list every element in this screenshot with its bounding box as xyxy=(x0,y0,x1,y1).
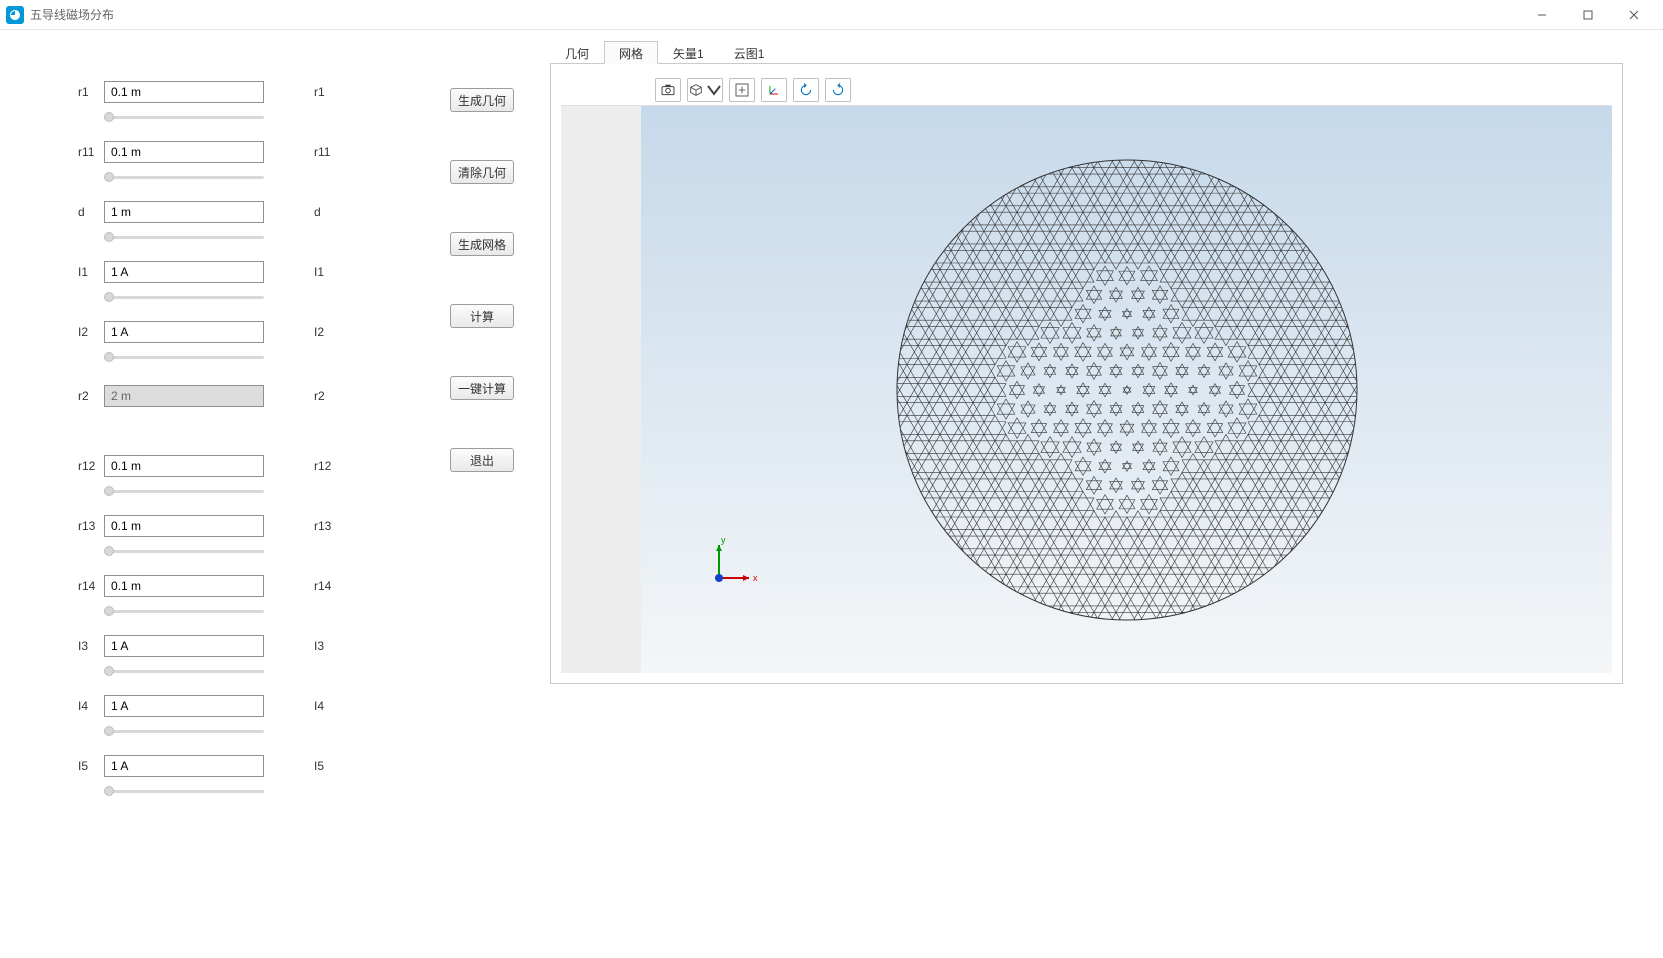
app-icon xyxy=(6,6,24,24)
maximize-button[interactable] xyxy=(1565,0,1611,30)
window-title: 五导线磁场分布 xyxy=(30,6,114,23)
param-slider-I4[interactable] xyxy=(104,727,264,735)
compute-button[interactable]: 计算 xyxy=(450,304,514,328)
action-column: 生成几何 清除几何 生成网格 计算 一键计算 退出 xyxy=(450,30,550,958)
tab-vec1[interactable]: 矢量1 xyxy=(658,41,719,64)
param-input-r2 xyxy=(104,385,264,407)
param-input-I5[interactable] xyxy=(104,755,264,777)
zoom-extents-icon[interactable] xyxy=(729,78,755,102)
param-label-I1: I1 xyxy=(78,265,104,279)
param-label-r1: r1 xyxy=(78,85,104,99)
svg-text:x: x xyxy=(753,573,758,583)
param-slider-r11[interactable] xyxy=(104,173,264,181)
axis-gizmo: x y xyxy=(701,533,761,593)
param-label-r13: r13 xyxy=(78,519,104,533)
param-label-right-I4: I4 xyxy=(314,699,324,713)
tab-bar: 几何网格矢量1云图1 xyxy=(550,40,1623,64)
param-label-right-r14: r14 xyxy=(314,579,331,593)
view-panel: 几何网格矢量1云图1 xyxy=(550,30,1663,958)
canvas-sidebar xyxy=(561,106,641,673)
rotate-cw-icon[interactable] xyxy=(825,78,851,102)
view-toolbar xyxy=(561,74,1612,106)
param-slider-I2[interactable] xyxy=(104,353,264,361)
param-label-right-r13: r13 xyxy=(314,519,331,533)
tab-mesh[interactable]: 网格 xyxy=(604,41,658,64)
param-label-right-I1: I1 xyxy=(314,265,324,279)
view-area: x y xyxy=(550,64,1623,684)
minimize-button[interactable] xyxy=(1519,0,1565,30)
param-label-right-r12: r12 xyxy=(314,459,331,473)
build-mesh-button[interactable]: 生成网格 xyxy=(450,232,514,256)
param-label-r12: r12 xyxy=(78,459,104,473)
param-input-r12[interactable] xyxy=(104,455,264,477)
param-input-r11[interactable] xyxy=(104,141,264,163)
param-slider-r12[interactable] xyxy=(104,487,264,495)
param-label-r11: r11 xyxy=(78,145,104,159)
param-input-I4[interactable] xyxy=(104,695,264,717)
view-cube-icon[interactable] xyxy=(687,78,723,102)
param-slider-I5[interactable] xyxy=(104,787,264,795)
param-slider-d[interactable] xyxy=(104,233,264,241)
snapshot-icon[interactable] xyxy=(655,78,681,102)
param-label-right-r1: r1 xyxy=(314,85,325,99)
parameter-panel: r1 r1 r11 r11 d d I1 I1 I2 I2 r2 r2 r12 r12 r13 r13 r14 r… xyxy=(0,30,450,958)
param-label-I2: I2 xyxy=(78,325,104,339)
param-input-d[interactable] xyxy=(104,201,264,223)
param-slider-I3[interactable] xyxy=(104,667,264,675)
exit-button[interactable]: 退出 xyxy=(450,448,514,472)
param-input-I1[interactable] xyxy=(104,261,264,283)
mesh-viewport[interactable]: x y xyxy=(641,106,1612,673)
param-slider-I1[interactable] xyxy=(104,293,264,301)
tab-surf1[interactable]: 云图1 xyxy=(719,41,780,64)
param-input-r1[interactable] xyxy=(104,81,264,103)
rotate-ccw-icon[interactable] xyxy=(793,78,819,102)
one-click-compute-button[interactable]: 一键计算 xyxy=(450,376,514,400)
mesh-graphic xyxy=(887,150,1367,630)
axis-triad-icon[interactable] xyxy=(761,78,787,102)
param-slider-r1[interactable] xyxy=(104,113,264,121)
param-input-r14[interactable] xyxy=(104,575,264,597)
close-button[interactable] xyxy=(1611,0,1657,30)
param-label-right-r11: r11 xyxy=(314,145,330,159)
param-label-right-r2: r2 xyxy=(314,389,325,403)
clear-geometry-button[interactable]: 清除几何 xyxy=(450,160,514,184)
param-input-I3[interactable] xyxy=(104,635,264,657)
param-label-I5: I5 xyxy=(78,759,104,773)
build-geometry-button[interactable]: 生成几何 xyxy=(450,88,514,112)
param-slider-r14[interactable] xyxy=(104,607,264,615)
param-label-r14: r14 xyxy=(78,579,104,593)
param-input-r13[interactable] xyxy=(104,515,264,537)
titlebar: 五导线磁场分布 xyxy=(0,0,1663,30)
param-label-right-I3: I3 xyxy=(314,639,324,653)
param-label-I4: I4 xyxy=(78,699,104,713)
tab-geom[interactable]: 几何 xyxy=(550,41,604,64)
param-slider-r13[interactable] xyxy=(104,547,264,555)
param-label-d: d xyxy=(78,205,104,219)
param-label-I3: I3 xyxy=(78,639,104,653)
param-label-right-I5: I5 xyxy=(314,759,324,773)
param-input-I2[interactable] xyxy=(104,321,264,343)
param-label-right-d: d xyxy=(314,205,321,219)
param-label-r2: r2 xyxy=(78,389,104,403)
param-label-right-I2: I2 xyxy=(314,325,324,339)
svg-text:y: y xyxy=(721,535,726,545)
